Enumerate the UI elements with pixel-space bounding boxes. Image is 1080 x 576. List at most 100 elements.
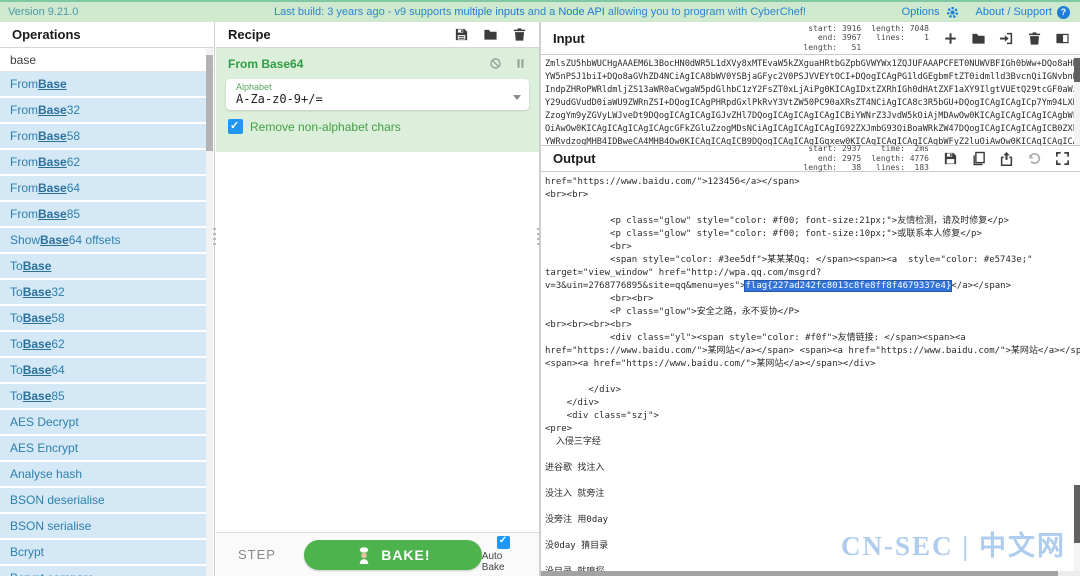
output-viewer[interactable]: href="https://www.baidu.com/">123456</a>… [541,172,1080,571]
operation-item[interactable]: From Base [0,72,206,96]
add-input-tab-button[interactable] [943,31,958,46]
maximize-output-button[interactable] [1055,151,1070,166]
operations-scrollbar [206,48,213,576]
breakpoint-pause-button[interactable] [514,55,527,73]
alphabet-value[interactable]: A-Za-z0-9+/= [236,92,509,106]
operation-item[interactable]: From Base85 [0,202,206,226]
code-line: <br><br><br><br> [545,319,1072,332]
stat-line: lines: 1 [871,33,929,42]
clear-recipe-button[interactable] [512,27,527,42]
code-line: <span style="color: #3ee5df">某某某Qq: </sp… [545,254,1072,267]
options-button[interactable]: Options [902,5,960,20]
disable-operation-button[interactable] [489,55,502,73]
operation-item[interactable]: From Base58 [0,124,206,148]
step-button[interactable]: STEP [238,547,276,562]
code-line [545,527,1072,540]
operation-item[interactable]: AES Encrypt [0,436,206,460]
code-line: 没0day 猜目录 [545,540,1072,553]
operation-item[interactable]: From Base64 [0,176,206,200]
output-title: Output [553,151,596,166]
input-stats: start: 3916 end: 3967 length: 51 length:… [803,24,929,53]
clear-input-button[interactable] [1027,31,1042,46]
banner-text: Last build: 3 years ago - v9 supports [274,6,454,18]
operation-item-post: 85 [51,389,64,403]
operation-item[interactable]: BSON deserialise [0,488,206,512]
stat-line: end: 2975 [803,154,861,163]
trash-icon [512,27,527,42]
operation-item[interactable]: Bcrypt compare [0,566,206,576]
auto-bake-checkbox[interactable] [497,536,510,549]
alphabet-label: Alphabet [236,82,509,92]
operation-item[interactable]: AES Decrypt [0,410,206,434]
save-recipe-button[interactable] [454,27,469,42]
open-folder-button[interactable] [971,31,986,46]
operation-item-match: Base [38,103,67,117]
toggle-io-layout-button[interactable] [1055,31,1070,46]
bake-button[interactable]: BAKE! [304,540,482,570]
auto-bake-control: Auto Bake [482,536,525,573]
operation-item[interactable]: Analyse hash [0,462,206,486]
input-panel: Input start: 3916 end: 3967 length: 51 l… [541,22,1080,145]
banner-text: allowing you to program with CyberChef! [605,6,806,18]
code-line: 进谷歌 找注入 [545,462,1072,475]
operation-item-match: Base [23,389,52,403]
stat-line: length: 4776 [871,154,929,163]
banner-text: multiple inputs [454,6,524,18]
stat-line: length: 7048 [871,24,929,33]
operation-item-post: 64 offsets [69,233,121,247]
open-file-button[interactable] [999,31,1014,46]
stat-line: length: 38 [803,163,861,172]
code-line: 没旁注 用0day [545,514,1072,527]
save-icon [943,151,958,166]
search-input[interactable] [0,53,180,67]
operation-item[interactable]: From Base32 [0,98,206,122]
about-support-button[interactable]: About / Support ? [976,6,1070,19]
input-scrollbar-thumb[interactable] [1074,58,1080,82]
input-editor[interactable]: ZmlsZU5hbWUCHgAAAEM6L3BocHN0dWR5L1dXVy8x… [541,55,1080,145]
operation-item-pre: Bcrypt [10,545,44,559]
input-scrollbar [1074,56,1080,145]
alphabet-field[interactable]: Alphabet A-Za-z0-9+/= [226,79,529,110]
remove-non-alphabet-checkbox[interactable] [228,119,243,134]
operation-item[interactable]: Bcrypt [0,540,206,564]
recipe-operation[interactable]: From Base64 Alphabet A-Za-z0-9+/= [216,48,539,152]
flag-line: v=3&uin=2768776895&site=qq&menu=yes">fla… [545,280,1072,293]
code-line: <div class="yl"><span style="color: #f0f… [545,332,1072,345]
operation-item-pre: To [10,363,23,377]
operation-item-pre: From [10,103,38,117]
code-line: <span><a href="https://www.baidu.com/">某… [545,358,1072,371]
replace-input-button[interactable] [999,151,1014,166]
output-panel: Output start: 2937 end: 2975 length: 38 … [541,145,1080,576]
output-scrollbar-thumb[interactable] [1074,485,1080,543]
operation-item-pre: To [10,285,23,299]
bake-label: BAKE! [381,547,430,563]
operation-item-pre: Show [10,233,40,247]
operation-item[interactable]: BSON serialise [0,514,206,538]
operation-item[interactable]: To Base58 [0,306,206,330]
code-line: <br><br> [545,189,1072,202]
stat-line: start: 2937 [803,144,861,153]
output-hscrollbar-thumb[interactable] [541,571,1058,576]
operation-item[interactable]: From Base62 [0,150,206,174]
operation-item[interactable]: To Base [0,254,206,278]
chevron-down-icon[interactable] [513,95,521,100]
code-line: target="view_window" href="http://wpa.qq… [545,267,1072,280]
stat-line: time: 2ms [871,144,929,153]
save-output-button[interactable] [943,151,958,166]
code-line: OiAwOw0KICAgICAgICAgICAgcGFkZGluZzogMDsN… [545,123,1072,136]
load-recipe-button[interactable] [483,27,498,42]
output-header: Output start: 2937 end: 2975 length: 38 … [541,145,1080,172]
pause-icon [514,57,527,70]
operation-item[interactable]: To Base85 [0,384,206,408]
copy-output-button[interactable] [971,151,986,166]
cyberchef-app: Version 9.21.0 Last build: 3 years ago -… [0,0,1080,576]
operation-item[interactable]: Show Base64 offsets [0,228,206,252]
operation-item-match: Base [38,129,67,143]
operation-item[interactable]: To Base62 [0,332,206,356]
operations-scrollbar-thumb[interactable] [206,55,213,151]
columns-icon [1055,31,1070,46]
operation-item-pre: To [10,337,23,351]
operation-item[interactable]: To Base64 [0,358,206,382]
undo-button[interactable] [1027,151,1042,166]
operation-item[interactable]: To Base32 [0,280,206,304]
